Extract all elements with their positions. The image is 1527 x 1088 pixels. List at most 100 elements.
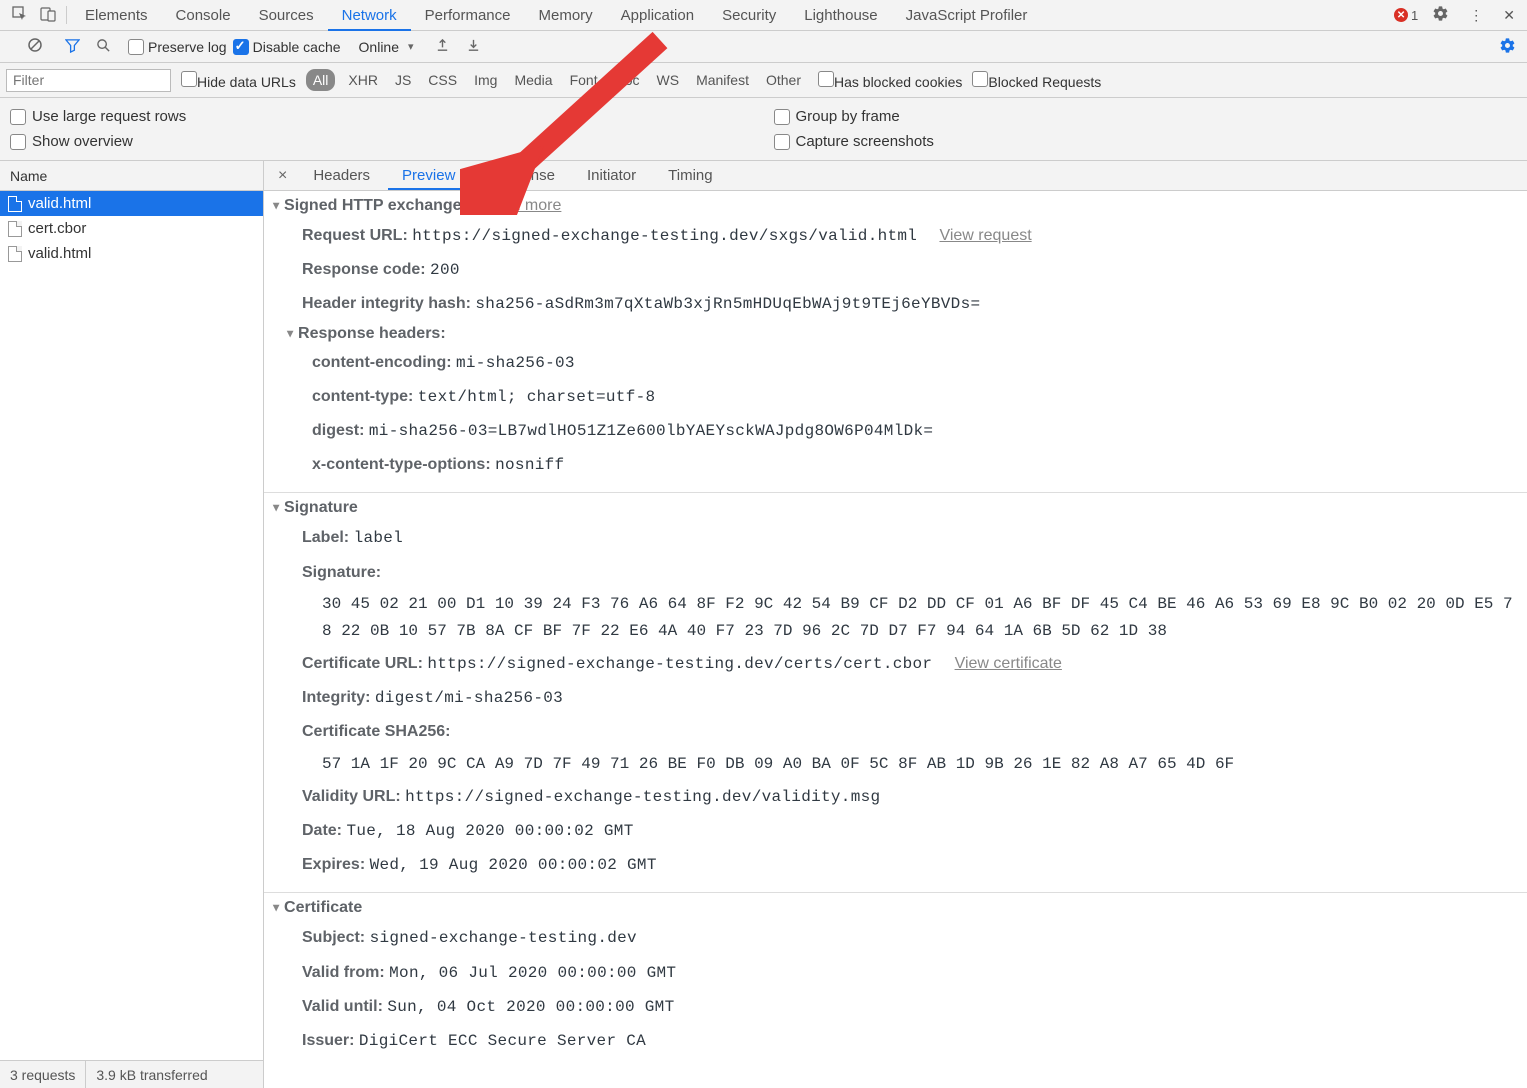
sig-expires-value: Wed, 19 Aug 2020 00:00:02 GMT (370, 856, 657, 874)
blocked-requests-checkbox[interactable]: Blocked Requests (972, 71, 1101, 90)
type-other[interactable]: Other (759, 69, 808, 91)
integrity-hash-value: sha256-aSdRm3m7qXtaWb3xjRn5mHDUqEbWAj9t9… (475, 295, 980, 313)
download-har-icon[interactable] (461, 35, 486, 59)
learn-more-link[interactable]: Learn more (480, 197, 562, 215)
tab-sources[interactable]: Sources (245, 0, 328, 31)
view-request-link[interactable]: View request (939, 227, 1031, 244)
cert-validfrom-label: Valid from: (302, 964, 385, 981)
type-ws[interactable]: WS (650, 69, 687, 91)
content-type-value: text/html; charset=utf-8 (418, 388, 656, 406)
type-js[interactable]: JS (388, 69, 418, 91)
upload-har-icon[interactable] (430, 35, 455, 59)
record-icon[interactable] (6, 44, 16, 50)
filter-funnel-icon[interactable] (60, 35, 85, 59)
dtab-initiator[interactable]: Initiator (573, 161, 650, 190)
disable-cache-checkbox[interactable]: Disable cache (233, 39, 341, 55)
preserve-log-checkbox[interactable]: Preserve log (128, 39, 227, 55)
tab-network[interactable]: Network (328, 0, 411, 31)
top-right-controls: ✕1 ⋮ ✕ (1394, 1, 1521, 29)
type-xhr[interactable]: XHR (341, 69, 385, 91)
hide-data-urls-checkbox[interactable]: Hide data URLs (181, 71, 296, 90)
cert-validfrom-value: Mon, 06 Jul 2020 00:00:00 GMT (389, 964, 676, 982)
blocked-requests-label: Blocked Requests (988, 74, 1101, 90)
close-detail-icon[interactable]: × (270, 167, 295, 185)
capture-screenshots-checkbox[interactable]: Capture screenshots (774, 129, 1518, 154)
error-count-badge[interactable]: ✕1 (1394, 8, 1418, 23)
status-requests: 3 requests (0, 1061, 86, 1088)
tab-lighthouse[interactable]: Lighthouse (790, 0, 891, 31)
request-detail: × Headers Preview Response Initiator Tim… (264, 161, 1527, 1088)
tab-performance[interactable]: Performance (411, 0, 525, 31)
tab-console[interactable]: Console (162, 0, 245, 31)
error-count: 1 (1411, 8, 1418, 23)
file-icon (8, 221, 22, 237)
cert-issuer-value: DigiCert ECC Secure Server CA (359, 1032, 646, 1050)
status-transferred: 3.9 kB transferred (86, 1061, 217, 1088)
status-bar: 3 requests 3.9 kB transferred (0, 1060, 263, 1088)
sig-expires-label: Expires: (302, 856, 365, 873)
tab-jsprofiler[interactable]: JavaScript Profiler (892, 0, 1042, 31)
detail-body: Signed HTTP exchange Learn more Request … (264, 191, 1527, 1088)
cert-issuer-label: Issuer: (302, 1032, 354, 1049)
search-icon[interactable] (91, 35, 116, 59)
group-by-frame-checkbox[interactable]: Group by frame (774, 104, 1518, 129)
sig-hex-value: 30 45 02 21 00 D1 10 39 24 F3 76 A6 64 8… (274, 589, 1517, 647)
dtab-timing[interactable]: Timing (654, 161, 726, 190)
cert-url-label: Certificate URL: (302, 655, 423, 672)
digest-label: digest: (312, 422, 364, 439)
close-devtools-icon[interactable]: ✕ (1497, 3, 1521, 28)
kebab-menu-icon[interactable]: ⋮ (1463, 3, 1489, 28)
type-font[interactable]: Font (563, 69, 605, 91)
dtab-preview[interactable]: Preview (388, 161, 469, 190)
cert-sha-value: 57 1A 1F 20 9C CA A9 7D 7F 49 71 26 BE F… (274, 749, 1517, 780)
signature-section: Signature Label: label Signature: 30 45 … (264, 493, 1527, 893)
filter-input[interactable] (6, 69, 171, 92)
sig-label-value: label (354, 529, 404, 547)
type-all[interactable]: All (306, 69, 336, 91)
dtab-headers[interactable]: Headers (299, 161, 384, 190)
large-rows-checkbox[interactable]: Use large request rows (10, 104, 754, 129)
integrity-value: digest/mi-sha256-03 (375, 689, 563, 707)
request-name: cert.cbor (28, 220, 86, 237)
certificate-title[interactable]: Certificate (274, 899, 362, 917)
response-headers-title[interactable]: Response headers: (274, 322, 1517, 346)
type-doc[interactable]: Doc (608, 69, 647, 91)
network-settings-gear-icon[interactable] (1494, 34, 1521, 60)
type-manifest[interactable]: Manifest (689, 69, 756, 91)
request-name: valid.html (28, 245, 91, 262)
show-overview-label: Show overview (32, 133, 133, 150)
tab-elements[interactable]: Elements (71, 0, 162, 31)
has-blocked-cookies-checkbox[interactable]: Has blocked cookies (818, 71, 962, 90)
tab-application[interactable]: Application (607, 0, 708, 31)
throttling-select[interactable]: Online (353, 37, 418, 57)
dtab-response[interactable]: Response (473, 161, 569, 190)
view-certificate-link[interactable]: View certificate (955, 655, 1062, 672)
has-blocked-label: Has blocked cookies (834, 74, 962, 90)
tab-security[interactable]: Security (708, 0, 790, 31)
request-url-value: https://signed-exchange-testing.dev/sxgs… (412, 227, 917, 245)
file-icon (8, 246, 22, 262)
request-row[interactable]: cert.cbor (0, 216, 263, 241)
request-list-header[interactable]: Name (0, 161, 263, 191)
content-type-label: content-type: (312, 388, 413, 405)
type-css[interactable]: CSS (421, 69, 464, 91)
type-img[interactable]: Img (467, 69, 504, 91)
request-row[interactable]: valid.html (0, 191, 263, 216)
request-list: Name valid.html cert.cbor valid.html 3 r… (0, 161, 264, 1088)
request-row[interactable]: valid.html (0, 241, 263, 266)
tab-memory[interactable]: Memory (525, 0, 607, 31)
file-icon (8, 196, 22, 212)
cert-validuntil-label: Valid until: (302, 998, 383, 1015)
clear-icon[interactable] (22, 34, 48, 59)
show-overview-checkbox[interactable]: Show overview (10, 129, 754, 154)
signature-title[interactable]: Signature (274, 499, 358, 517)
cert-url-value: https://signed-exchange-testing.dev/cert… (427, 655, 932, 673)
settings-gear-icon[interactable] (1426, 1, 1455, 29)
top-tabs: Elements Console Sources Network Perform… (71, 0, 1394, 31)
sxg-section-title[interactable]: Signed HTTP exchange (274, 197, 462, 215)
cert-sha-label: Certificate SHA256: (302, 723, 451, 740)
resource-type-filter: All XHR JS CSS Img Media Font Doc WS Man… (306, 69, 808, 91)
device-toggle-icon[interactable] (34, 2, 62, 29)
inspect-icon[interactable] (6, 2, 34, 29)
type-media[interactable]: Media (507, 69, 559, 91)
